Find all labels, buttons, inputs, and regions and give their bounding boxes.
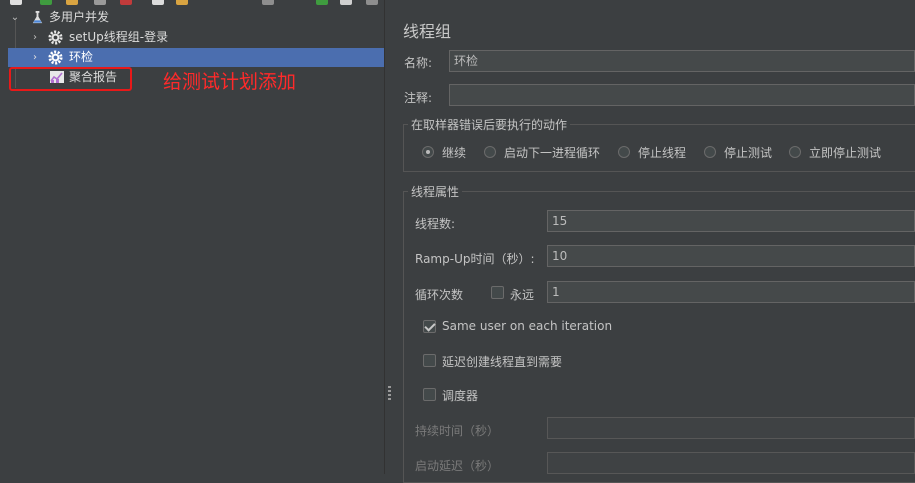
forever-label: 永远	[510, 288, 535, 302]
same-user-label: Same user on each iteration	[442, 319, 613, 333]
delay-thread-creation-checkbox[interactable]	[423, 354, 436, 367]
radio-button[interactable]	[422, 146, 434, 158]
startup-delay-label: 启动延迟（秒）	[415, 459, 500, 473]
copy-icon[interactable]	[152, 0, 164, 5]
duration-label: 持续时间（秒）	[415, 424, 500, 438]
forever-checkbox[interactable]	[491, 286, 504, 299]
loop-count-label: 循环次数	[415, 288, 464, 302]
highlight-box	[9, 67, 132, 91]
radio-button[interactable]	[484, 146, 496, 158]
radio-label: 立即停止测试	[809, 146, 882, 160]
chevron-right-icon[interactable]: ›	[30, 48, 40, 67]
startup-delay-field[interactable]	[547, 452, 915, 474]
new-icon[interactable]	[10, 0, 22, 5]
rampup-field[interactable]: 10	[547, 245, 915, 267]
scheduler-checkbox[interactable]	[423, 388, 436, 401]
radio-label: 停止测试	[724, 146, 773, 160]
cut-icon[interactable]	[94, 0, 106, 5]
radio-label: 停止线程	[638, 146, 687, 160]
test-plan-icon	[32, 10, 43, 24]
page-title: 线程组	[403, 22, 452, 41]
thread-properties-title: 线程属性	[408, 183, 463, 200]
chevron-down-icon[interactable]: ⌄	[10, 8, 20, 27]
tree-item-label: setUp线程组-登录	[69, 30, 169, 44]
comment-label: 注释:	[404, 91, 433, 105]
same-user-checkbox[interactable]	[423, 320, 436, 333]
split-pane-divider[interactable]	[384, 0, 395, 474]
error-action-title: 在取样器错误后要执行的动作	[408, 116, 571, 133]
open-icon[interactable]	[40, 0, 52, 5]
thread-properties-group	[403, 191, 915, 483]
radio-label: 继续	[442, 146, 467, 160]
radio-label: 启动下一进程循环	[504, 146, 601, 160]
tree-item-root[interactable]: ⌄ 多用户并发	[0, 8, 384, 27]
scheduler-label: 调度器	[442, 389, 479, 403]
gear-icon	[48, 30, 63, 45]
tree-item-setup-thread-group[interactable]: › setUp线程组-登录	[0, 28, 384, 47]
save-icon[interactable]	[66, 0, 78, 5]
chevron-right-icon[interactable]: ›	[30, 28, 40, 47]
tree-item-label: 多用户并发	[49, 10, 110, 24]
rampup-label: Ramp-Up时间（秒）:	[415, 252, 535, 266]
loop-count-field[interactable]: 1	[547, 281, 915, 303]
stop-icon[interactable]	[340, 0, 352, 5]
comment-field[interactable]	[449, 84, 915, 106]
radio-button[interactable]	[704, 146, 716, 158]
start-icon[interactable]	[316, 0, 328, 5]
shutdown-icon[interactable]	[366, 0, 378, 5]
tree-item-label: 环检	[69, 50, 94, 64]
gear-icon	[48, 50, 63, 65]
delay-thread-creation-label: 延迟创建线程直到需要	[442, 355, 563, 369]
radio-button[interactable]	[618, 146, 630, 158]
annotation-text: 给测试计划添加	[163, 71, 297, 93]
delete-icon[interactable]	[120, 0, 132, 5]
name-field[interactable]: 环检	[449, 50, 915, 72]
tree-item-thread-group[interactable]: › 环检	[8, 48, 384, 67]
duration-field[interactable]	[547, 417, 915, 439]
expand-icon[interactable]	[262, 0, 274, 5]
paste-icon[interactable]	[176, 0, 188, 5]
radio-button[interactable]	[789, 146, 801, 158]
threads-label: 线程数:	[415, 217, 456, 231]
threads-field[interactable]: 15	[547, 210, 915, 232]
drag-handle-icon[interactable]	[388, 386, 391, 400]
thread-group-panel: 线程组 名称: 环检 注释: 在取样器错误后要执行的动作 继续 启动下一进程循环…	[395, 0, 915, 483]
name-label: 名称:	[404, 56, 433, 70]
